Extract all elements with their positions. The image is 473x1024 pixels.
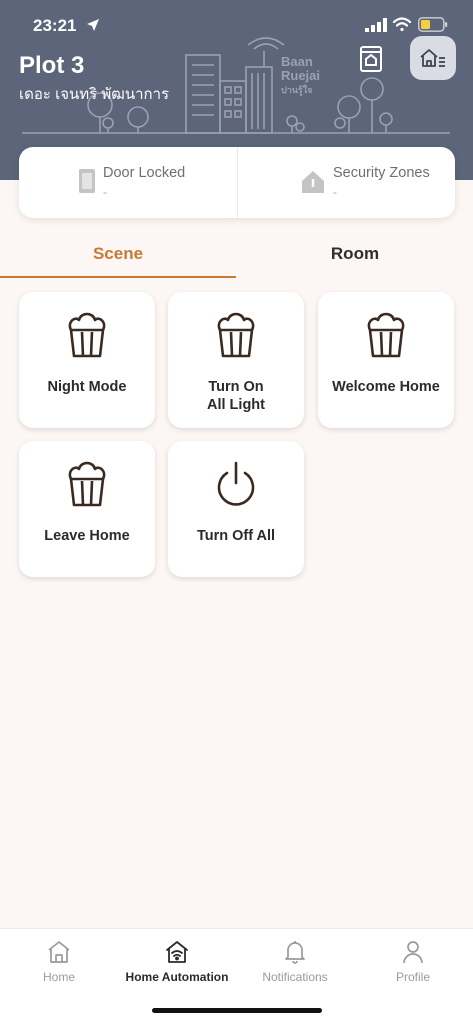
tab-room[interactable]: Room xyxy=(237,232,473,278)
scene-label: Night Mode xyxy=(23,378,151,396)
scene-label-line2: All Light xyxy=(207,397,265,413)
scene-card-leave-home[interactable]: Leave Home xyxy=(19,441,155,577)
scene-card-turn-off-all[interactable]: Turn Off All xyxy=(168,441,304,577)
security-status-card: Door Locked - Security Zones - xyxy=(19,147,455,218)
user-icon xyxy=(403,941,423,964)
scene-label-line1: Turn Off All xyxy=(196,528,276,544)
scene-label: Welcome Home xyxy=(322,378,450,396)
nav-home-automation[interactable]: Home Automation xyxy=(118,929,236,999)
popcorn-icon xyxy=(367,312,405,358)
brand-logo: Baan Ruejai ปานรู้ใจ xyxy=(281,55,320,97)
security-zones-status[interactable]: Security Zones - xyxy=(238,147,455,218)
home-switch-button[interactable] xyxy=(410,36,456,80)
door-lock-label: Door Locked xyxy=(103,165,186,181)
status-time: 23:21 xyxy=(33,16,77,35)
door-lock-status[interactable]: Door Locked - xyxy=(19,147,237,218)
nav-notifications[interactable]: Notifications xyxy=(236,929,354,999)
shield-home-icon xyxy=(302,171,324,193)
scene-label: Turn On All Light xyxy=(172,378,300,414)
home-list-icon xyxy=(420,49,445,67)
popcorn-icon xyxy=(68,312,106,358)
scene-label-line1: Leave Home xyxy=(44,528,130,544)
security-zones-label: Security Zones xyxy=(333,165,430,181)
wifi-icon xyxy=(392,17,412,32)
smart-home-icon xyxy=(166,941,188,963)
brand-line-2: Ruejai xyxy=(281,68,321,83)
scene-label: Turn Off All xyxy=(172,527,300,545)
device-icon[interactable] xyxy=(359,45,383,73)
scene-label-line1: Night Mode xyxy=(47,379,127,395)
scene-card-night-mode[interactable]: Night Mode xyxy=(19,292,155,428)
nav-notifications-label: Notifications xyxy=(262,970,328,984)
scene-label: Leave Home xyxy=(23,527,151,545)
popcorn-icon xyxy=(68,461,106,507)
power-icon xyxy=(217,461,255,506)
brand-line-1: Baan xyxy=(281,54,313,69)
cellular-signal-icon xyxy=(365,18,387,32)
scene-label-line1: Turn On xyxy=(208,379,264,395)
brand-line-3: ปานรู้ใจ xyxy=(281,85,313,95)
bell-icon xyxy=(285,941,305,964)
scene-card-turn-on-all-light[interactable]: Turn On All Light xyxy=(168,292,304,428)
nav-profile-label: Profile xyxy=(395,970,430,984)
project-name: เดอะ เจนทริ พัฒนาการ xyxy=(19,86,170,103)
battery-icon xyxy=(418,17,448,32)
door-lock-value: - xyxy=(103,185,107,199)
tab-bar: Scene Room xyxy=(0,232,473,278)
nav-home-automation-label: Home Automation xyxy=(125,970,229,984)
nav-home-label: Home xyxy=(42,970,75,984)
nav-profile[interactable]: Profile xyxy=(354,929,472,999)
popcorn-icon xyxy=(217,312,255,358)
security-zones-value: - xyxy=(333,185,337,199)
scene-card-welcome-home[interactable]: Welcome Home xyxy=(318,292,454,428)
location-arrow-icon xyxy=(87,19,99,31)
door-icon xyxy=(79,169,95,193)
home-indicator[interactable] xyxy=(152,1008,322,1013)
status-bar: 23:21 xyxy=(0,0,473,50)
nav-home[interactable]: Home xyxy=(0,929,118,999)
scene-label-line1: Welcome Home xyxy=(332,379,440,395)
home-icon xyxy=(48,941,70,963)
tab-scene[interactable]: Scene xyxy=(0,232,236,278)
plot-title: Plot 3 xyxy=(19,52,85,79)
